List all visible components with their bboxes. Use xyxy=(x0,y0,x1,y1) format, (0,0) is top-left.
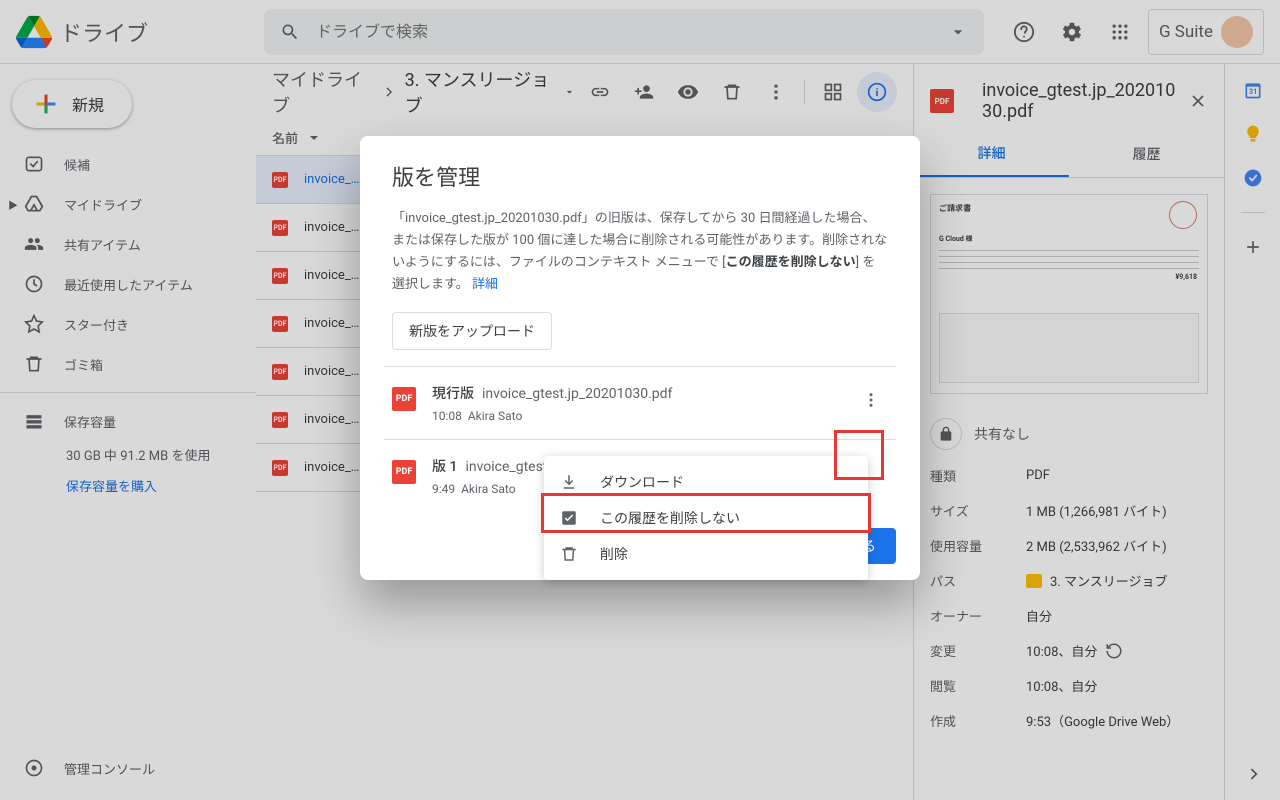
menu-item-checkbox[interactable]: この履歴を削除しない xyxy=(544,500,868,536)
modal-overlay[interactable]: 版を管理 「invoice_gtest.jp_20201030.pdf」の旧版は… xyxy=(0,0,1280,800)
version-more-button[interactable] xyxy=(854,383,888,417)
learn-more-link[interactable]: 詳細 xyxy=(472,277,498,292)
upload-version-button[interactable]: 新版をアップロード xyxy=(392,312,552,350)
pdf-icon: PDF xyxy=(392,387,416,411)
more-vert-icon xyxy=(862,391,880,409)
delete-icon xyxy=(560,545,580,563)
menu-item-download[interactable]: ダウンロード xyxy=(544,464,868,500)
menu-item-delete[interactable]: 削除 xyxy=(544,536,868,572)
version-context-menu: ダウンロードこの履歴を削除しない削除 xyxy=(544,456,868,580)
version-row: PDF現行版invoice_gtest.jp_20201030.pdf10:08… xyxy=(360,367,920,439)
checkbox-icon xyxy=(560,509,580,527)
dialog-description: 「invoice_gtest.jp_20201030.pdf」の旧版は、保存して… xyxy=(360,208,920,296)
dialog-title: 版を管理 xyxy=(360,160,920,208)
pdf-icon: PDF xyxy=(392,460,416,484)
download-icon xyxy=(560,473,580,491)
